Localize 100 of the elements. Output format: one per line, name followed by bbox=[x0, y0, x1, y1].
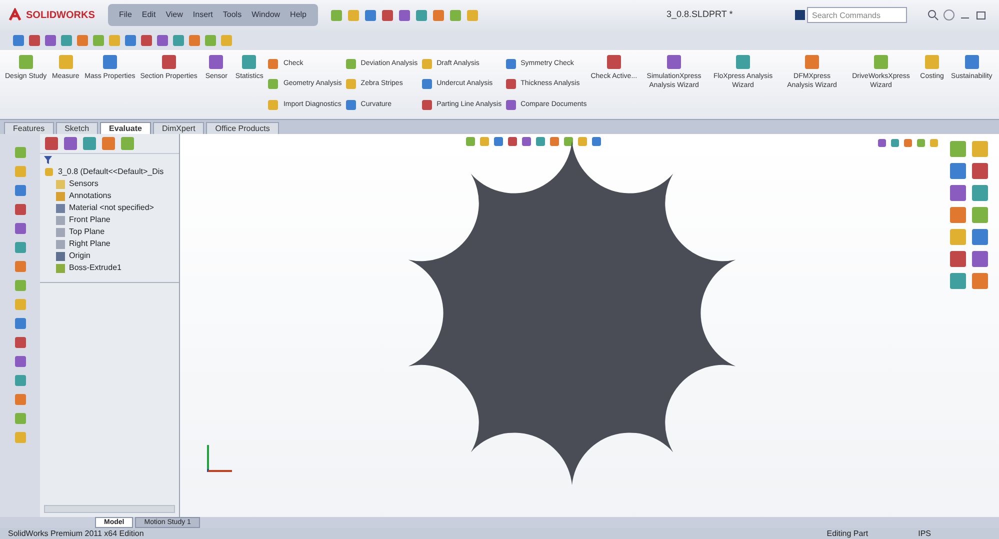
tile-icon[interactable] bbox=[330, 8, 342, 22]
tab[interactable]: DimXpert bbox=[152, 122, 204, 134]
tab[interactable]: Office Products bbox=[206, 122, 279, 134]
tile-icon[interactable] bbox=[346, 8, 360, 22]
tile-icon[interactable] bbox=[380, 8, 394, 22]
tile-icon[interactable] bbox=[18, 54, 34, 70]
tile-icon[interactable] bbox=[344, 78, 357, 90]
tile-icon[interactable] bbox=[14, 355, 26, 368]
tab[interactable]: Features bbox=[4, 122, 54, 134]
tile-icon[interactable] bbox=[241, 54, 258, 70]
tile-icon[interactable] bbox=[172, 34, 185, 46]
tile-icon[interactable] bbox=[903, 138, 913, 148]
tree-item[interactable]: Material <not specified> bbox=[69, 202, 154, 214]
tile-icon[interactable] bbox=[432, 8, 444, 22]
tile-icon[interactable] bbox=[420, 98, 433, 111]
tile-icon[interactable] bbox=[14, 393, 26, 406]
tile-icon[interactable] bbox=[14, 279, 26, 292]
tile-icon[interactable] bbox=[916, 138, 926, 148]
tile-icon[interactable] bbox=[267, 98, 280, 111]
tile-icon[interactable] bbox=[14, 412, 26, 425]
tile-icon[interactable] bbox=[535, 136, 546, 147]
tile-icon[interactable] bbox=[890, 138, 900, 148]
menu-item[interactable]: View bbox=[162, 9, 186, 21]
tile-icon[interactable] bbox=[949, 184, 967, 202]
tile-icon[interactable] bbox=[929, 138, 939, 148]
tile-icon[interactable] bbox=[924, 54, 940, 70]
tile-icon[interactable] bbox=[877, 138, 887, 148]
tree-item[interactable]: Origin bbox=[69, 250, 90, 262]
tile-icon[interactable] bbox=[420, 58, 433, 70]
tree-item[interactable]: Annotations bbox=[69, 190, 112, 202]
tile-icon[interactable] bbox=[804, 54, 820, 70]
tree-item[interactable]: Front Plane bbox=[69, 214, 110, 226]
tile-icon[interactable] bbox=[82, 136, 97, 151]
tile-icon[interactable] bbox=[101, 136, 116, 151]
tree-item[interactable]: Boss-Extrude1 bbox=[69, 262, 122, 274]
tile-icon[interactable] bbox=[666, 54, 682, 70]
tile-icon[interactable] bbox=[60, 34, 73, 46]
tile-icon[interactable] bbox=[267, 78, 280, 90]
tile-icon[interactable] bbox=[208, 54, 224, 70]
tile-icon[interactable] bbox=[140, 34, 153, 46]
tile-icon[interactable] bbox=[398, 8, 410, 22]
tile-icon[interactable] bbox=[14, 241, 26, 254]
tile-icon[interactable] bbox=[521, 136, 532, 147]
search-field[interactable]: Search Commands bbox=[807, 7, 907, 23]
tile-icon[interactable] bbox=[949, 140, 967, 158]
tile-icon[interactable] bbox=[873, 54, 890, 70]
tile-icon[interactable] bbox=[344, 58, 357, 70]
tile-icon[interactable] bbox=[28, 34, 41, 46]
scrollbar[interactable] bbox=[44, 505, 175, 513]
tree-item[interactable]: Right Plane bbox=[69, 238, 110, 250]
tile-icon[interactable] bbox=[466, 8, 478, 22]
help-icon[interactable] bbox=[943, 9, 955, 21]
tile-icon[interactable] bbox=[504, 58, 517, 70]
tab[interactable]: Sketch bbox=[56, 122, 98, 134]
tile-icon[interactable] bbox=[14, 298, 26, 311]
tile-icon[interactable] bbox=[507, 136, 518, 147]
tile-icon[interactable] bbox=[414, 8, 428, 22]
tile-icon[interactable] bbox=[14, 374, 26, 387]
tile-icon[interactable] bbox=[14, 203, 26, 216]
tile-icon[interactable] bbox=[156, 34, 169, 46]
tile-icon[interactable] bbox=[14, 184, 26, 197]
menu-item[interactable]: File bbox=[116, 9, 135, 21]
tile-icon[interactable] bbox=[364, 8, 376, 22]
tile-icon[interactable] bbox=[949, 250, 967, 268]
tile-icon[interactable] bbox=[606, 54, 622, 70]
tab[interactable]: Evaluate bbox=[100, 122, 151, 134]
tile-icon[interactable] bbox=[577, 136, 588, 147]
tile-icon[interactable] bbox=[504, 78, 517, 90]
tile-icon[interactable] bbox=[188, 34, 201, 46]
tile-icon[interactable] bbox=[563, 136, 574, 147]
tile-icon[interactable] bbox=[949, 206, 967, 224]
tile-icon[interactable] bbox=[44, 34, 57, 46]
tile-icon[interactable] bbox=[160, 54, 177, 70]
tile-icon[interactable] bbox=[14, 336, 26, 349]
tile-icon[interactable] bbox=[102, 54, 118, 70]
tile-icon[interactable] bbox=[14, 317, 26, 330]
tile-icon[interactable] bbox=[971, 184, 989, 202]
tile-icon[interactable] bbox=[14, 165, 26, 178]
tile-icon[interactable] bbox=[591, 136, 602, 147]
tile-icon[interactable] bbox=[971, 206, 989, 224]
tile-icon[interactable] bbox=[344, 98, 357, 111]
tile-icon[interactable] bbox=[971, 272, 989, 290]
units-indicator[interactable]: IPS bbox=[918, 528, 931, 539]
tree-item[interactable]: 3_0.8 (Default<<Default>_Dis bbox=[58, 166, 164, 178]
menu-item[interactable]: Insert bbox=[190, 9, 216, 21]
tile-icon[interactable] bbox=[204, 34, 217, 46]
menu-item[interactable]: Tools bbox=[220, 9, 245, 21]
tile-icon[interactable] bbox=[971, 228, 989, 246]
tile-icon[interactable] bbox=[120, 136, 135, 151]
tile-icon[interactable] bbox=[504, 98, 517, 111]
tile-icon[interactable] bbox=[14, 146, 26, 159]
tile-icon[interactable] bbox=[14, 260, 26, 273]
tile-icon[interactable] bbox=[58, 54, 74, 70]
tile-icon[interactable] bbox=[549, 136, 560, 147]
tree-item[interactable]: Sensors bbox=[69, 178, 98, 190]
tile-icon[interactable] bbox=[949, 162, 967, 180]
tile-icon[interactable] bbox=[949, 272, 967, 290]
tile-icon[interactable] bbox=[44, 136, 59, 151]
tile-icon[interactable] bbox=[14, 431, 26, 444]
tile-icon[interactable] bbox=[971, 250, 989, 268]
